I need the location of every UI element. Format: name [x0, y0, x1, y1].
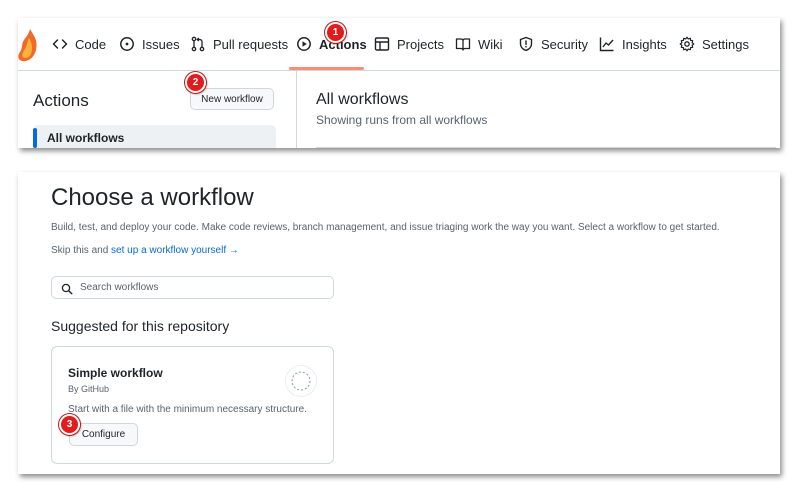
repo-header-panel: Code Issues Pull requests Actions Projec… — [18, 18, 780, 148]
sidebar-divider — [296, 71, 297, 148]
new-workflow-button[interactable]: New workflow — [190, 88, 274, 110]
suggested-heading: Suggested for this repository — [51, 318, 230, 334]
nav-tab-code[interactable]: Code — [52, 18, 106, 70]
choose-workflow-panel: Choose a workflow Build, test, and deplo… — [18, 172, 780, 474]
nav-tab-insights[interactable]: Insights — [599, 18, 667, 70]
workflow-logo-icon — [286, 366, 316, 396]
main-subtitle: Showing runs from all workflows — [316, 113, 488, 127]
gear-icon — [679, 36, 695, 52]
flame-logo-icon — [18, 29, 37, 62]
book-icon — [455, 36, 471, 52]
workflow-card: Simple workflow By GitHub Start with a f… — [51, 346, 334, 464]
nav-tab-projects[interactable]: Projects — [374, 18, 444, 70]
nav-tab-label: Issues — [142, 36, 180, 52]
table-icon — [374, 36, 390, 52]
active-tab-underline — [289, 67, 364, 70]
nav-tab-label: Wiki — [478, 36, 503, 52]
workflow-card-description: Start with a file with the minimum neces… — [68, 404, 307, 415]
nav-tab-label: Code — [75, 36, 107, 52]
code-icon — [52, 36, 68, 52]
step-badge-2: 2 — [185, 72, 206, 93]
graph-icon — [599, 36, 615, 52]
nav-tab-pull-requests[interactable]: Pull requests — [190, 18, 288, 70]
arrow-right-icon[interactable]: → — [229, 245, 239, 256]
search-workflows-input[interactable] — [80, 280, 320, 295]
shield-icon — [518, 36, 534, 52]
nav-tab-security[interactable]: Security — [518, 18, 588, 70]
nav-tab-label: Settings — [702, 36, 749, 52]
setup-workflow-yourself-link[interactable]: set up a workflow yourself — [111, 245, 226, 256]
nav-tab-label: Security — [541, 36, 588, 52]
nav-tab-label: Projects — [397, 36, 444, 52]
workflow-card-title: Simple workflow — [68, 366, 163, 380]
step-badge-1: 1 — [325, 22, 346, 43]
play-icon — [296, 36, 312, 52]
skip-line: Skip this and set up a workflow yourself… — [51, 245, 239, 256]
search-workflows-box[interactable] — [51, 276, 334, 299]
repo-nav: Code Issues Pull requests Actions Projec… — [18, 18, 780, 71]
nav-tab-wiki[interactable]: Wiki — [455, 18, 503, 70]
workflow-card-author: By GitHub — [68, 384, 110, 394]
page-description: Build, test, and deploy your code. Make … — [51, 222, 720, 233]
sidebar-item-all-workflows[interactable]: All workflows — [33, 125, 276, 148]
nav-tab-settings[interactable]: Settings — [679, 18, 749, 70]
nav-tab-label: Insights — [622, 36, 667, 52]
step-badge-3: 3 — [59, 414, 80, 435]
git-pull-request-icon — [190, 36, 206, 52]
page-title: Choose a workflow — [51, 184, 254, 211]
sidebar-item-label: All workflows — [47, 131, 125, 145]
nav-tab-issues[interactable]: Issues — [119, 18, 180, 70]
main-divider — [316, 147, 776, 148]
nav-tab-label: Pull requests — [213, 36, 289, 52]
search-icon — [61, 282, 73, 295]
main-title: All workflows — [316, 91, 409, 108]
issue-opened-icon — [119, 36, 135, 52]
skip-prefix: Skip this and — [51, 245, 109, 256]
selected-indicator — [33, 128, 37, 148]
sidebar-title: Actions — [33, 91, 89, 110]
